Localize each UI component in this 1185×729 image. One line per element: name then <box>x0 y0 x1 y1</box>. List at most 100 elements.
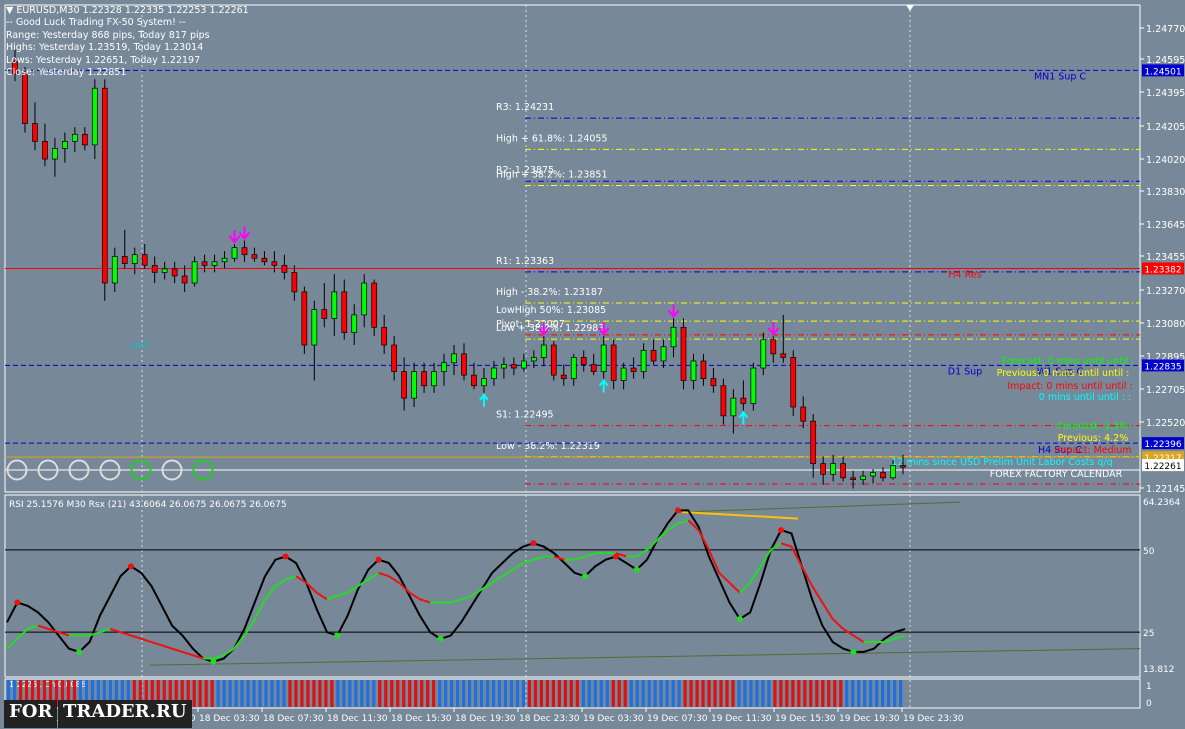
histogram-bar <box>264 680 268 707</box>
histogram-bar <box>408 680 412 707</box>
histogram-bar <box>875 680 879 707</box>
histogram-bar <box>479 680 484 707</box>
histogram-bar <box>222 680 226 707</box>
start-label: start <box>131 341 150 350</box>
rsi-slow-segment <box>574 555 586 561</box>
candle-body <box>271 261 278 266</box>
histogram-bar <box>551 680 555 707</box>
candle-body <box>780 353 787 358</box>
histogram-bar <box>557 680 561 707</box>
candle-body <box>211 261 218 266</box>
rsi-slow-segment <box>140 637 152 643</box>
candle-body <box>62 141 68 149</box>
histogram-bar <box>617 680 621 707</box>
histogram-bar <box>713 680 717 707</box>
histogram-bar <box>707 680 711 707</box>
rsi-slow-segment <box>780 542 792 548</box>
candle-body <box>730 397 737 417</box>
candle-body <box>101 87 108 284</box>
candle-body <box>421 371 427 387</box>
candle-body <box>72 133 78 142</box>
histogram-axis-label: 0 <box>1146 699 1152 709</box>
rsi-header: RSI 25.1576 M30 Rsx (21) 43.6064 26.0675… <box>9 500 287 510</box>
pivot-level-label: R1: 1.23363 <box>496 256 554 267</box>
histogram-bar <box>791 680 795 707</box>
candle-body <box>690 360 697 381</box>
shift-marker-icon[interactable] <box>906 5 914 11</box>
histogram-bar <box>887 680 891 707</box>
histogram-bar <box>234 680 238 707</box>
candle-body <box>850 477 856 480</box>
price-axis-label: 1.24770 <box>1146 24 1185 35</box>
rsi-peak-dot <box>612 553 619 560</box>
rsi-peak-dot <box>674 507 681 514</box>
candle-body <box>171 268 178 277</box>
histogram-bar <box>527 680 532 707</box>
info-line-highs: Highs: Yesterday 1.23519, Today 1.23014 <box>6 42 204 54</box>
histogram-bar <box>306 680 310 707</box>
histogram-bar <box>390 680 394 707</box>
sell-arrow-icon <box>238 226 251 241</box>
candle-body <box>590 364 597 372</box>
time-axis-label: 18 Dec 11:30 <box>327 714 388 724</box>
candle-body <box>381 326 388 346</box>
candle-body <box>750 367 757 404</box>
pivot-level-label: R3: 1.24231 <box>496 102 554 113</box>
rsi-slow-segment <box>6 638 19 650</box>
histogram-bar <box>563 680 567 707</box>
news-forecast2: Forecast: 1.3% <box>1058 421 1129 432</box>
price-chart[interactable]: R3: 1.24231High + 61.8%: 1.24055R2: 1.23… <box>0 0 1185 729</box>
rsi-slow-segment <box>811 585 824 604</box>
histogram-bar <box>515 680 520 707</box>
rsi-slow-segment <box>821 602 834 620</box>
time-axis-label: 19 Dec 07:30 <box>647 714 708 724</box>
candle-body <box>331 291 338 319</box>
candle-body <box>32 123 38 142</box>
rsi-slow-segment <box>522 558 534 564</box>
rsi-slow-segment <box>336 591 348 597</box>
histogram-bar <box>252 680 256 707</box>
histogram-bar <box>695 680 699 707</box>
pivot-level-label: S1: 1.22495 <box>496 410 554 421</box>
rsi-slow-segment <box>16 628 29 640</box>
histogram-bar <box>743 680 747 707</box>
candle-body <box>261 257 268 263</box>
histogram-bar <box>414 680 418 707</box>
histogram-bar <box>635 680 639 707</box>
histogram-bar <box>671 680 675 707</box>
histogram-bar <box>593 680 597 707</box>
candle-body <box>401 371 407 399</box>
candle-body <box>820 463 827 475</box>
rsi-slow-segment <box>171 647 183 653</box>
histogram-bar <box>204 680 208 707</box>
histogram-bar <box>587 680 591 707</box>
price-axis-label: 1.22520 <box>1146 418 1185 429</box>
candle-body <box>840 463 846 479</box>
candle-body <box>550 344 557 376</box>
histogram-bar <box>396 680 400 707</box>
histogram-bar <box>575 680 579 707</box>
rsi-peak-dot <box>530 540 537 547</box>
time-axis-label: 19 Dec 11:30 <box>711 714 772 724</box>
time-axis-label: 19 Dec 19:30 <box>839 714 900 724</box>
histogram-bar <box>785 680 789 707</box>
histogram-bar <box>282 680 286 707</box>
histogram-bar <box>809 680 813 707</box>
rsi-slow-segment <box>264 585 277 600</box>
histogram-bar <box>312 680 316 707</box>
histogram-bar <box>545 680 549 707</box>
pivot-level-label: Low + 38.2%: 1.22983 <box>496 323 604 334</box>
histogram-bar <box>569 680 573 707</box>
news-impact1: Impact: 0 mins until until : <box>1007 381 1132 392</box>
candle-body <box>411 371 417 399</box>
histogram-bar <box>869 680 873 707</box>
sr-line-label: H4 Res <box>948 270 981 281</box>
dropdown-arrow-icon[interactable]: ▼ <box>6 5 13 16</box>
candle-body <box>720 385 727 417</box>
rsi-trendline-upper <box>679 501 961 513</box>
histogram-bar <box>863 680 867 707</box>
rsi-slow-segment <box>182 650 194 657</box>
price-axis-label: 1.24395 <box>1146 88 1185 99</box>
mt4-chart-window[interactable]: R3: 1.24231 High + 61.8%: 1.24055 R2: 1.23… <box>0 0 1185 729</box>
news-calendar: FOREX FACTORY CALENDAR <box>990 469 1123 480</box>
